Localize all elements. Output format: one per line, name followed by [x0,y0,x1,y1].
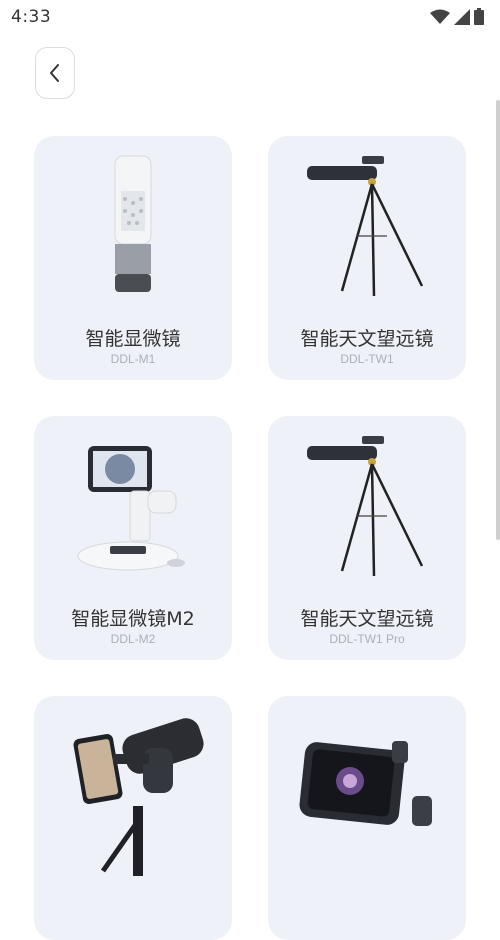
product-model: DDL-M2 [110,632,156,646]
product-model: DDL-TW1 Pro [329,632,405,646]
product-card[interactable]: 智能显微镜M2 DDL-M2 [34,416,232,660]
scrollbar[interactable] [496,100,500,540]
telescope-icon [307,156,424,297]
chevron-left-icon [50,64,59,82]
battery-icon [474,8,484,25]
product-card[interactable]: 智能天文望远镜 DDL-TW1 Pro [268,416,466,660]
product-name: 智能显微镜M2 [71,608,195,630]
status-bar: 4:33 [0,0,500,36]
microscope-icon [77,446,185,571]
camera-device-icon [299,741,432,826]
product-card[interactable]: 智能天文望远镜 DDL-TW1 [268,136,466,380]
wifi-icon [430,9,450,24]
product-name: 智能天文望远镜 [300,608,434,630]
product-card[interactable]: 智能显微镜 DDL-M1 [34,136,232,380]
product-card[interactable] [34,696,232,940]
product-image [268,136,466,316]
product-image [34,136,232,316]
product-name: 智能天文望远镜 [300,328,434,350]
phone-telescope-icon [73,718,204,876]
product-image [268,416,466,596]
status-time: 4:33 [11,7,52,27]
back-button[interactable] [35,47,75,99]
product-model: DDL-M1 [110,352,156,366]
product-name: 智能显微镜 [85,328,181,350]
product-model: DDL-TW1 [340,352,394,366]
product-image [34,696,232,876]
product-image [34,416,232,596]
product-card[interactable] [268,696,466,940]
product-image [268,696,466,876]
status-icons [430,8,484,25]
signal-icon [454,8,470,25]
telescope-icon [307,436,424,577]
microscope-icon [114,155,152,292]
